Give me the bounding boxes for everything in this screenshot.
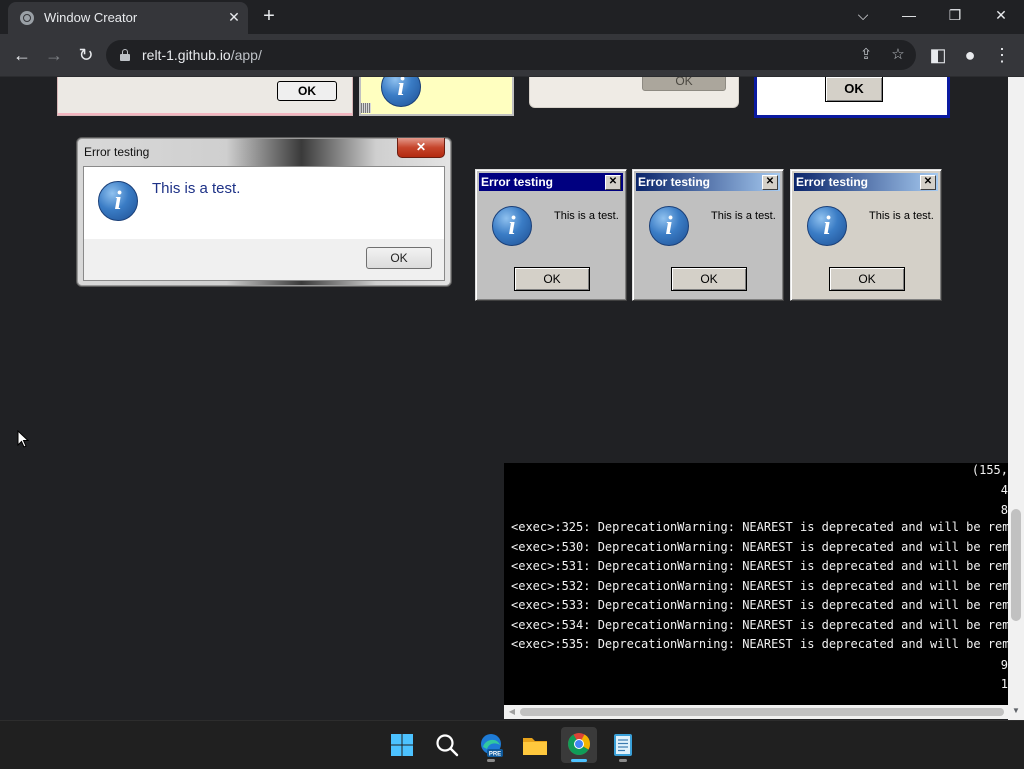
edge-beta-app[interactable]: PRE — [473, 727, 509, 763]
console-line: <exec>:533: DeprecationWarning: NEAREST … — [511, 598, 1008, 612]
active-indicator — [571, 759, 587, 762]
console-line: <exec>:535: DeprecationWarning: NEAREST … — [511, 637, 1008, 651]
tab-strip: Window Creator ✕ + ⌵ — ❐ ✕ — [0, 0, 1024, 34]
partial-dialog-3: OK — [529, 77, 739, 108]
dialog-message: This is a test. — [869, 210, 934, 222]
dialog-message: This is a test. — [152, 180, 241, 197]
tab-title: Window Creator — [44, 10, 138, 25]
close-icon[interactable]: ✕ — [397, 138, 445, 158]
scrollbar-thumb[interactable] — [520, 708, 1004, 716]
taskbar: PRE — [0, 720, 1024, 769]
dialog-titlebar[interactable]: Error testing ✕ — [794, 173, 938, 191]
resize-grip-icon[interactable] — [361, 103, 371, 113]
console-line: <exec>:531: DeprecationWarning: NEAREST … — [511, 559, 1008, 573]
chrome-icon — [568, 733, 590, 755]
address-bar[interactable]: relt-1.github.io/app/ ⇪ ☆ — [106, 40, 916, 70]
console-horizontal-scrollbar[interactable]: ◀ — [504, 705, 1008, 719]
close-icon[interactable]: ✕ — [605, 175, 621, 190]
scroll-left-arrow-icon[interactable]: ◀ — [507, 706, 517, 718]
info-icon: i — [649, 206, 689, 246]
info-icon: i — [492, 206, 532, 246]
restore-button[interactable]: ❐ — [940, 4, 970, 28]
tab-close-icon[interactable]: ✕ — [226, 8, 242, 26]
chrome-app[interactable] — [561, 727, 597, 763]
classic-error-dialog-3: Error testing ✕ i This is a test. OK — [790, 169, 942, 301]
ok-button[interactable]: OK — [671, 267, 747, 291]
lock-icon[interactable] — [120, 49, 130, 61]
edge-badge-text: PRE — [489, 752, 501, 758]
partial-dialog-2: i — [359, 77, 514, 116]
notepad-app[interactable] — [605, 727, 641, 763]
reload-button[interactable]: ↻ — [74, 43, 98, 67]
close-icon[interactable]: ✕ — [762, 175, 778, 190]
console-fragment: 9 — [1000, 658, 1008, 672]
new-tab-button[interactable]: + — [258, 6, 280, 28]
minimize-button[interactable]: — — [894, 4, 924, 28]
dialog-title: Error testing — [481, 175, 554, 189]
file-explorer-app[interactable] — [517, 727, 553, 763]
windows-logo-icon — [391, 734, 413, 756]
dialog-message: This is a test. — [711, 210, 776, 222]
partial-dialog-1: OK — [57, 77, 353, 116]
tab-search-chevron-icon[interactable]: ⌵ — [848, 4, 878, 28]
win7-error-dialog: Error testing ✕ i This is a test. OK — [76, 137, 452, 287]
globe-icon — [20, 11, 34, 25]
console-fragment: 4 — [1000, 483, 1008, 497]
start-button[interactable] — [384, 727, 420, 763]
console-fragment: 1 — [1000, 677, 1008, 691]
dialog-titlebar[interactable]: Error testing ✕ — [479, 173, 623, 191]
ok-button[interactable]: OK — [829, 267, 905, 291]
dialog-content: i This is a test. — [84, 167, 444, 239]
info-icon: i — [807, 206, 847, 246]
page-vertical-scrollbar[interactable]: ▼ — [1008, 77, 1024, 720]
notepad-icon — [614, 734, 632, 756]
console-output[interactable]: (155, 4 8 <exec>:325: DeprecationWarning… — [504, 463, 1008, 705]
console-line: <exec>:530: DeprecationWarning: NEAREST … — [511, 540, 1008, 554]
tab-window-creator[interactable]: Window Creator ✕ — [8, 2, 248, 34]
console-line: <exec>:325: DeprecationWarning: NEAREST … — [511, 520, 1008, 534]
partial-dialog-4: OK — [754, 77, 950, 118]
mouse-pointer-icon — [17, 430, 29, 448]
close-window-button[interactable]: ✕ — [986, 4, 1016, 28]
running-indicator — [487, 759, 495, 762]
info-icon: i — [381, 77, 421, 107]
close-icon[interactable]: ✕ — [920, 175, 936, 190]
bookmark-star-icon[interactable]: ☆ — [888, 45, 908, 65]
menu-kebab-icon[interactable]: ⋮ — [990, 43, 1014, 67]
dialog-message: This is a test. — [554, 210, 619, 222]
console-line: <exec>:532: DeprecationWarning: NEAREST … — [511, 579, 1008, 593]
url-text[interactable]: relt-1.github.io/app/ — [142, 47, 262, 63]
dialog-title: Error testing — [638, 175, 711, 189]
scroll-down-arrow-icon[interactable]: ▼ — [1011, 706, 1021, 716]
classic-error-dialog-2: Error testing ✕ i This is a test. OK — [632, 169, 784, 301]
ok-button[interactable]: OK — [825, 77, 883, 102]
page-content: OK i OK OK Error testing ✕ i This is a t… — [0, 77, 1008, 720]
folder-icon — [523, 738, 547, 755]
running-indicator — [619, 759, 627, 762]
browser-toolbar: ← → ↻ relt-1.github.io/app/ ⇪ ☆ ◧ ● ⋮ — [0, 34, 1024, 77]
info-icon: i — [98, 181, 138, 221]
dialog-title: Error testing — [796, 175, 869, 189]
side-panel-icon[interactable]: ◧ — [926, 43, 950, 67]
share-icon[interactable]: ⇪ — [856, 45, 876, 65]
ok-button[interactable]: OK — [366, 247, 432, 269]
edge-icon: PRE — [481, 734, 503, 758]
profile-icon[interactable]: ● — [958, 43, 982, 67]
search-icon — [436, 734, 459, 757]
back-button[interactable]: ← — [10, 43, 34, 67]
scrollbar-thumb[interactable] — [1011, 509, 1021, 621]
dialog-title: Error testing — [84, 145, 150, 159]
ok-button[interactable]: OK — [514, 267, 590, 291]
console-line: <exec>:534: DeprecationWarning: NEAREST … — [511, 618, 1008, 632]
ok-button[interactable]: OK — [277, 81, 337, 101]
dialog-titlebar[interactable]: Error testing ✕ — [636, 173, 780, 191]
search-button[interactable] — [429, 727, 465, 763]
classic-error-dialog-1: Error testing ✕ i This is a test. OK — [475, 169, 627, 301]
console-fragment: (155, — [971, 463, 1008, 477]
forward-button[interactable]: → — [42, 43, 66, 67]
ok-button[interactable]: OK — [642, 77, 726, 91]
dialog-body: i This is a test. OK — [83, 166, 445, 281]
